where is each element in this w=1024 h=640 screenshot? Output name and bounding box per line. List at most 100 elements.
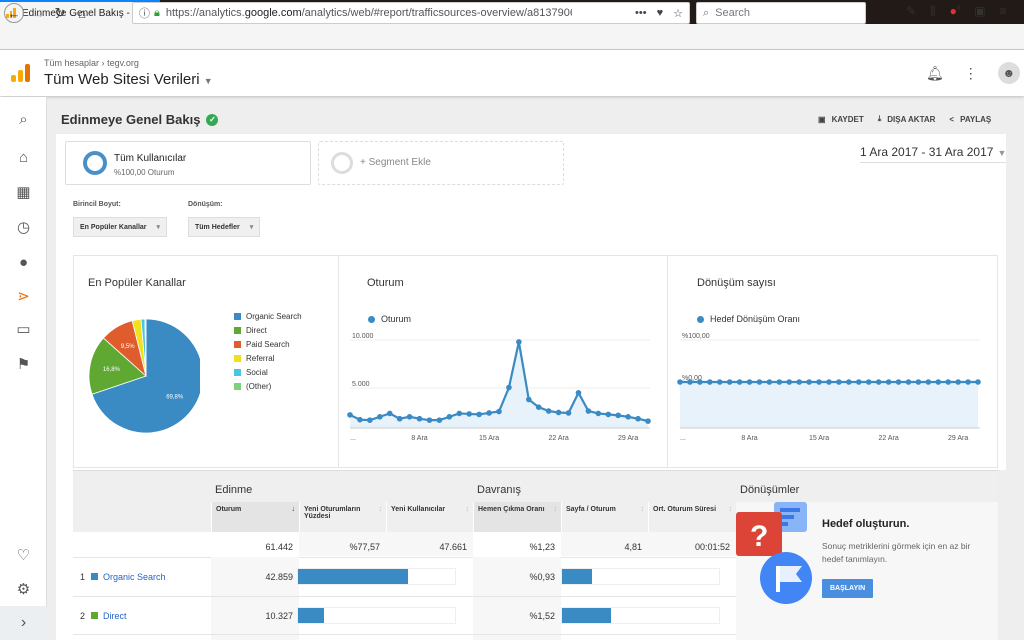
notifications-bell-icon[interactable]: 🔔︎: [926, 65, 944, 82]
data-point[interactable]: [736, 379, 743, 385]
data-point[interactable]: [506, 384, 512, 391]
info-icon[interactable]: ⓘ: [139, 5, 150, 21]
more-options-icon[interactable]: ⋮: [964, 65, 978, 82]
date-range-picker[interactable]: 1 Ara 2017 - 31 Ara 2017 ▼: [860, 145, 1007, 163]
column-header-bounce-rate[interactable]: Hemen Çıkma Oranı ↕: [473, 502, 561, 532]
channel-link[interactable]: Direct: [103, 611, 127, 621]
data-point[interactable]: [635, 415, 641, 422]
data-point[interactable]: [726, 379, 733, 385]
breadcrumb-account[interactable]: tegv.org: [107, 58, 139, 68]
pocket-icon[interactable]: ♥: [657, 7, 664, 20]
data-point[interactable]: [585, 408, 592, 414]
data-point[interactable]: [935, 379, 942, 385]
sidebar-conversions-flag-icon[interactable]: ⚑: [0, 346, 47, 382]
data-point[interactable]: [965, 379, 971, 385]
data-point[interactable]: [357, 416, 363, 423]
data-point[interactable]: [526, 396, 532, 403]
breadcrumb-root[interactable]: Tüm hesaplar: [44, 58, 99, 68]
sidebar-acquisition-icon[interactable]: ⋗: [0, 278, 47, 314]
avatar[interactable]: ☻: [997, 62, 1020, 84]
reload-button[interactable]: ↻: [50, 3, 70, 23]
data-point[interactable]: [816, 379, 822, 385]
channel-link[interactable]: Organic Search: [103, 572, 166, 582]
data-point[interactable]: [416, 415, 423, 422]
data-point[interactable]: [446, 414, 453, 420]
data-point[interactable]: [786, 379, 793, 385]
data-point[interactable]: [426, 417, 433, 423]
data-point[interactable]: [766, 379, 773, 385]
sidebar-audience-person-icon[interactable]: ●: [0, 244, 47, 280]
data-point[interactable]: [396, 415, 403, 422]
data-point[interactable]: [707, 379, 713, 385]
sidebar-behavior-icon[interactable]: ▭: [0, 311, 47, 347]
bookmark-star-icon[interactable]: ☆: [673, 7, 683, 20]
data-point[interactable]: [875, 379, 882, 385]
data-point[interactable]: [975, 379, 981, 385]
data-point[interactable]: [756, 379, 763, 385]
sidebar-expand-chevron-icon[interactable]: ›: [0, 606, 47, 640]
data-point[interactable]: [496, 408, 502, 415]
get-started-button[interactable]: BAŞLAYIN: [822, 579, 874, 598]
data-point[interactable]: [836, 379, 842, 385]
data-point[interactable]: [466, 411, 472, 417]
browser-search-input[interactable]: ⌕ Search: [696, 2, 866, 24]
column-header-pages-per-session[interactable]: Sayfa / Oturum ↕: [561, 502, 648, 532]
wrench-icon[interactable]: ✎: [906, 4, 916, 19]
forward-button[interactable]: →: [28, 3, 48, 23]
column-header-new-sessions-pct[interactable]: Yeni Oturumların Yüzdesi ↕: [299, 502, 386, 532]
menu-icon[interactable]: ≡: [1000, 4, 1007, 19]
data-point[interactable]: [476, 411, 482, 418]
share-button[interactable]: < PAYLAŞ: [949, 114, 991, 124]
data-point[interactable]: [885, 379, 892, 385]
data-point[interactable]: [367, 417, 373, 423]
data-point[interactable]: [925, 379, 932, 385]
data-point[interactable]: [776, 379, 783, 385]
sidebar-admin-gear-icon[interactable]: ⚙: [0, 571, 47, 607]
data-point[interactable]: [895, 379, 902, 385]
data-point[interactable]: [605, 411, 612, 418]
data-point[interactable]: [565, 410, 572, 416]
data-point[interactable]: [955, 379, 961, 385]
column-header-new-users[interactable]: Yeni Kullanıcılar ↕: [386, 502, 473, 532]
data-point[interactable]: [545, 408, 552, 414]
data-point[interactable]: [846, 379, 852, 385]
breadcrumb[interactable]: Tüm hesaplar › tegv.org: [44, 58, 139, 68]
sidebar-realtime-clock-icon[interactable]: ◷: [0, 209, 47, 245]
data-point[interactable]: [806, 379, 812, 385]
sidebar-toggle-icon[interactable]: ▣: [974, 4, 985, 19]
add-segment-button[interactable]: + Segment Ekle: [318, 141, 564, 185]
back-button[interactable]: ←: [4, 3, 24, 23]
page-actions-icon[interactable]: •••: [635, 7, 647, 20]
data-point[interactable]: [645, 418, 651, 424]
extension-icon[interactable]: ●8: [950, 4, 961, 19]
data-point[interactable]: [456, 410, 463, 417]
column-header-sessions[interactable]: Oturum ↓: [211, 502, 299, 532]
data-point[interactable]: [716, 379, 723, 385]
data-point[interactable]: [555, 409, 562, 416]
data-point[interactable]: [915, 379, 922, 385]
data-point[interactable]: [826, 379, 832, 385]
sidebar-discover-lightbulb-icon[interactable]: ♡: [0, 537, 47, 573]
data-point[interactable]: [677, 379, 683, 385]
analytics-logo-icon[interactable]: [11, 64, 30, 82]
sidebar-home-icon[interactable]: ⌂: [0, 139, 47, 175]
sidebar-search-icon[interactable]: ⌕: [0, 101, 47, 137]
data-point[interactable]: [945, 379, 951, 385]
data-point[interactable]: [406, 414, 413, 420]
data-point[interactable]: [535, 404, 542, 410]
data-point[interactable]: [796, 379, 802, 385]
data-point[interactable]: [486, 410, 492, 416]
data-point[interactable]: [856, 379, 862, 385]
column-header-avg-duration[interactable]: Ort. Oturum Süresi ↕: [648, 502, 736, 532]
data-point[interactable]: [625, 414, 631, 420]
property-selector[interactable]: Tüm Web Sitesi Verileri ▼: [44, 71, 213, 88]
export-button[interactable]: ⤓ DIŞA AKTAR: [878, 114, 936, 124]
data-point[interactable]: [386, 410, 393, 417]
library-icon[interactable]: ⫼: [930, 4, 936, 19]
segment-all-users[interactable]: Tüm Kullanıcılar %100,00 Oturum: [65, 141, 311, 185]
data-point[interactable]: [905, 379, 912, 385]
data-point[interactable]: [595, 410, 602, 417]
conversion-dropdown[interactable]: Tüm Hedefler ▾: [188, 217, 261, 237]
primary-dimension-dropdown[interactable]: En Popüler Kanallar ▾: [73, 217, 168, 237]
data-point[interactable]: [865, 379, 872, 385]
